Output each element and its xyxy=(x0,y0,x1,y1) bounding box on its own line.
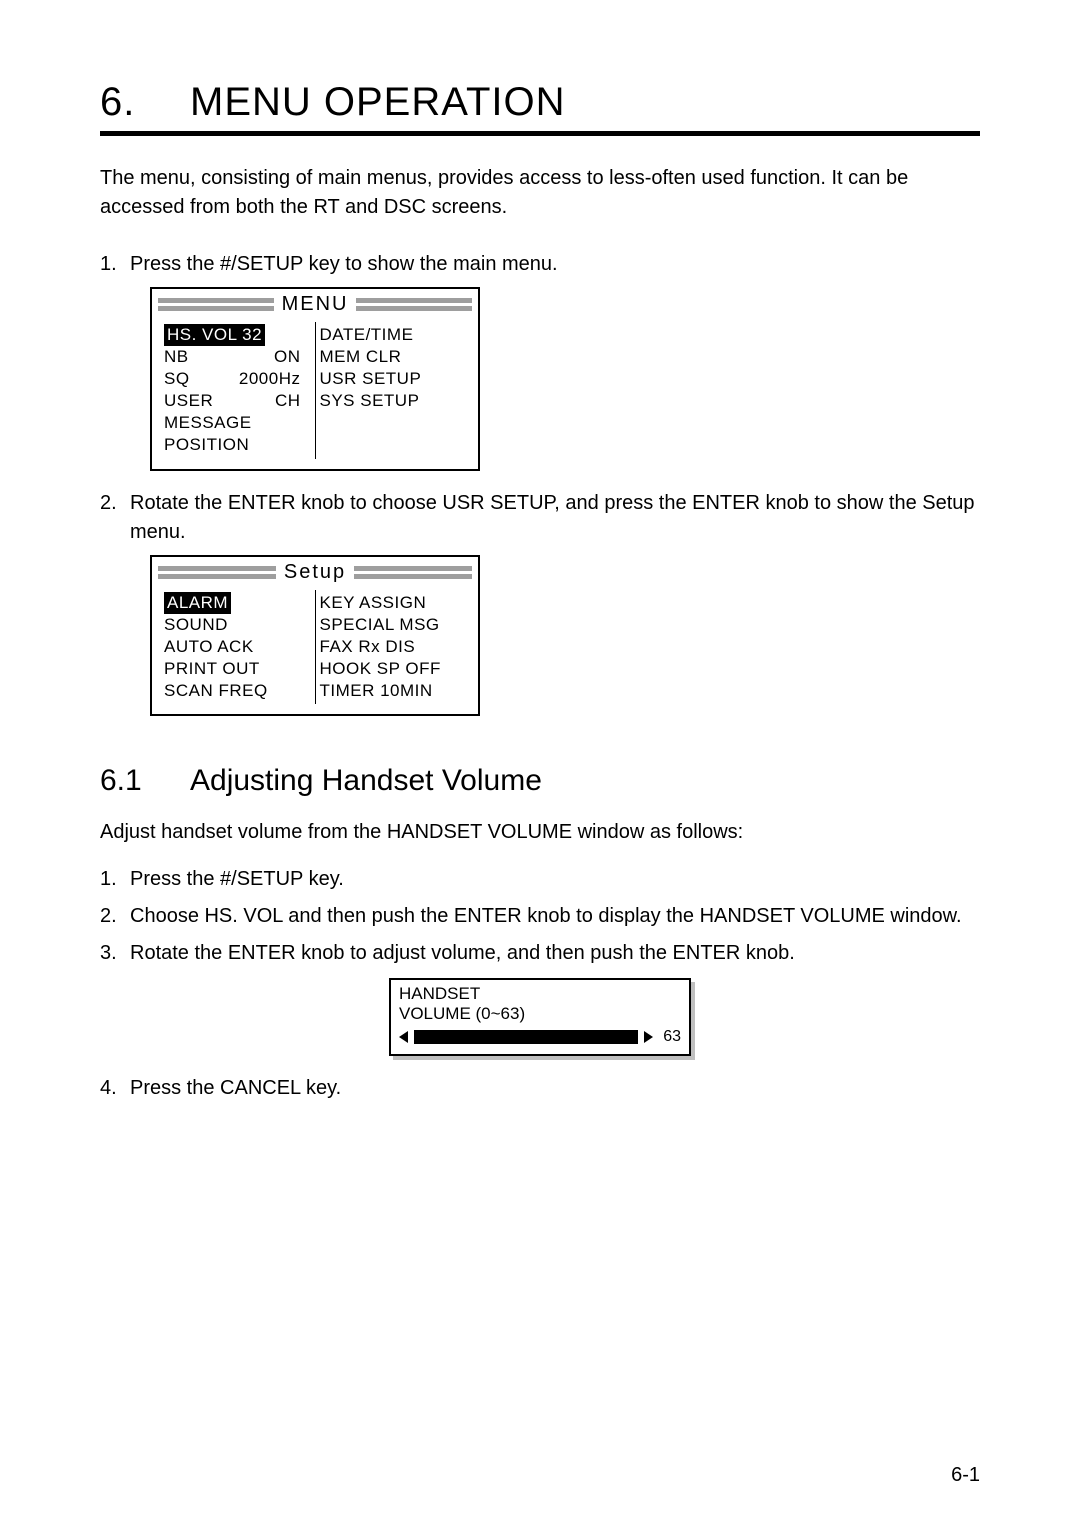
menu-item-sq-label: SQ xyxy=(164,368,190,390)
step-text: Rotate the ENTER knob to adjust volume, … xyxy=(130,939,980,968)
page-number: 6-1 xyxy=(951,1464,980,1487)
menu-item-user-value: CH xyxy=(275,390,301,412)
setup-item-printout: PRINT OUT xyxy=(164,658,311,680)
setup-left-col: ALARM SOUND AUTO ACK PRINT OUT SCAN FREQ xyxy=(160,590,316,704)
setup-item-sound: SOUND xyxy=(164,614,311,636)
vol-track xyxy=(414,1030,638,1044)
section-title: Adjusting Handset Volume xyxy=(190,764,542,798)
setup-item-timer: TIMER 10MIN xyxy=(320,680,467,702)
setup-lcd-title: Setup xyxy=(284,561,346,584)
step-b4: 4. Press the CANCEL key. xyxy=(100,1074,980,1103)
intro-paragraph: The menu, consisting of main menus, prov… xyxy=(100,164,980,222)
menu-item-datetime: DATE/TIME xyxy=(320,324,467,346)
step-number: 1. xyxy=(100,250,130,279)
decor-bars-left xyxy=(158,566,276,579)
step-number: 4. xyxy=(100,1074,130,1103)
setup-item-keyassign: KEY ASSIGN xyxy=(320,592,467,614)
decor-bars-right xyxy=(354,566,472,579)
menu-item-syssetup: SYS SETUP xyxy=(320,390,467,412)
menu-item-nb-value: ON xyxy=(274,346,301,368)
divider xyxy=(100,131,980,136)
menu-item-position: POSITION xyxy=(164,434,311,456)
menu-lcd: MENU HS. VOL 32 NB ON SQ 2000Hz USER CH xyxy=(150,287,480,471)
setup-item-autoack: AUTO ACK xyxy=(164,636,311,658)
setup-item-faxrxdis: FAX Rx DIS xyxy=(320,636,467,658)
menu-item-usrsetup: USR SETUP xyxy=(320,368,467,390)
step-a1: 1. Press the #/SETUP key to show the mai… xyxy=(100,250,980,279)
step-number: 3. xyxy=(100,939,130,968)
setup-lcd: Setup ALARM SOUND AUTO ACK PRINT OUT SCA… xyxy=(150,555,480,716)
menu-item-user-label: USER xyxy=(164,390,213,412)
step-b3: 3. Rotate the ENTER knob to adjust volum… xyxy=(100,939,980,968)
menu-item-memclr: MEM CLR xyxy=(320,346,467,368)
menu-item-message: MESSAGE xyxy=(164,412,311,434)
setup-item-hookspoff: HOOK SP OFF xyxy=(320,658,467,680)
setup-lcd-title-row: Setup xyxy=(152,557,478,586)
step-number: 2. xyxy=(100,902,130,931)
step-text: Choose HS. VOL and then push the ENTER k… xyxy=(130,902,980,931)
section-intro: Adjust handset volume from the HANDSET V… xyxy=(100,818,980,847)
menu-item-sq-value: 2000Hz xyxy=(239,368,301,390)
vol-value: 63 xyxy=(659,1028,681,1046)
decor-bars-right xyxy=(356,298,472,311)
triangle-left-icon xyxy=(399,1031,408,1043)
vol-slider-row: 63 xyxy=(399,1028,681,1046)
step-b1: 1. Press the #/SETUP key. xyxy=(100,865,980,894)
menu-lcd-title-row: MENU xyxy=(152,289,478,318)
triangle-right-icon xyxy=(644,1031,653,1043)
menu-lcd-title: MENU xyxy=(282,293,349,316)
decor-bars-left xyxy=(158,298,274,311)
menu-item-selected: HS. VOL 32 xyxy=(164,324,265,346)
menu-right-col: DATE/TIME MEM CLR USR SETUP SYS SETUP xyxy=(316,322,471,459)
vol-line1: HANDSET xyxy=(399,984,681,1004)
vol-line2: VOLUME (0~63) xyxy=(399,1004,681,1024)
section-heading: 6.1 Adjusting Handset Volume xyxy=(100,764,980,798)
section-number: 6.1 xyxy=(100,764,190,798)
handset-volume-diagram: HANDSET VOLUME (0~63) 63 xyxy=(389,978,691,1056)
chapter-heading: 6. MENU OPERATION xyxy=(100,80,980,125)
menu-item-nb-label: NB xyxy=(164,346,189,368)
step-a2: 2. Rotate the ENTER knob to choose USR S… xyxy=(100,489,980,547)
chapter-title: MENU OPERATION xyxy=(190,80,566,125)
step-text: Press the #/SETUP key. xyxy=(130,865,980,894)
setup-item-selected: ALARM xyxy=(164,592,231,614)
step-text: Press the #/SETUP key to show the main m… xyxy=(130,250,980,279)
setup-item-scanfreq: SCAN FREQ xyxy=(164,680,311,702)
chapter-number: 6. xyxy=(100,80,190,125)
setup-right-col: KEY ASSIGN SPECIAL MSG FAX Rx DIS HOOK S… xyxy=(316,590,471,704)
setup-item-specialmsg: SPECIAL MSG xyxy=(320,614,467,636)
step-b2: 2. Choose HS. VOL and then push the ENTE… xyxy=(100,902,980,931)
step-text: Press the CANCEL key. xyxy=(130,1074,980,1103)
step-text: Rotate the ENTER knob to choose USR SETU… xyxy=(130,489,980,547)
menu-left-col: HS. VOL 32 NB ON SQ 2000Hz USER CH MESSA… xyxy=(160,322,316,459)
step-number: 1. xyxy=(100,865,130,894)
step-number: 2. xyxy=(100,489,130,547)
